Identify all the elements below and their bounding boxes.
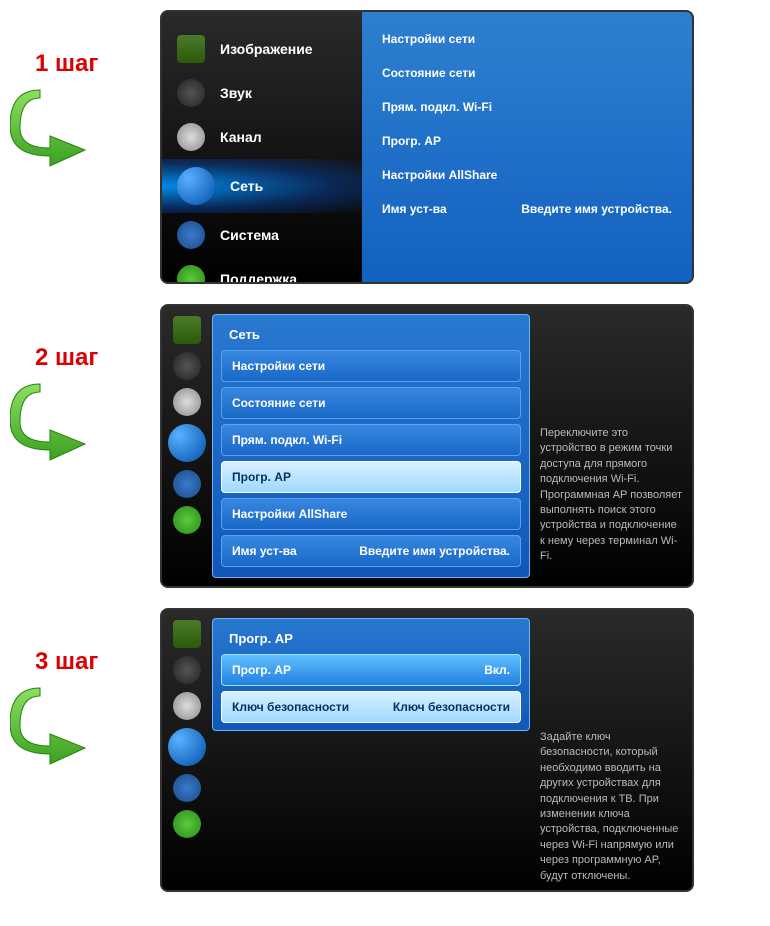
help-text: Переключите это устройство в режим точки… (530, 306, 692, 586)
main-menu: Изображение Звук Канал Сеть Система Подд… (162, 12, 362, 282)
tv-screen-2: Сеть Настройки сети Состояние сети Прям.… (160, 304, 694, 588)
picture-icon[interactable] (173, 316, 201, 344)
sound-icon (177, 79, 205, 107)
menu-label: Сеть (230, 178, 263, 194)
step-1: 1 шаг Изображение Звук Канал Сеть (10, 10, 770, 284)
panel-item-settings[interactable]: Настройки сети (221, 350, 521, 382)
help-text: Задайте ключ безопасности, который необх… (530, 610, 692, 890)
step-3-label: 3 шаг (10, 608, 160, 771)
network-icon[interactable] (168, 424, 206, 462)
softap-panel: Прогр. AP Прогр. AP Вкл. Ключ безопаснос… (212, 618, 530, 731)
support-icon[interactable] (173, 506, 201, 534)
panel-item-direct-wifi[interactable]: Прям. подкл. Wi-Fi (221, 424, 521, 456)
channel-icon[interactable] (173, 692, 201, 720)
icon-sidebar (162, 610, 212, 890)
panel-item-device-name[interactable]: Имя уст-ва Введите имя устройства. (221, 535, 521, 567)
panel-item-status[interactable]: Состояние сети (221, 387, 521, 419)
menu-item-channel[interactable]: Канал (162, 115, 362, 159)
device-name-label: Имя уст-ва (382, 202, 447, 216)
picture-icon (177, 35, 205, 63)
menu-item-picture[interactable]: Изображение (162, 27, 362, 71)
panel-item-softap-toggle[interactable]: Прогр. AP Вкл. (221, 654, 521, 686)
step-1-label: 1 шаг (10, 10, 160, 173)
icon-sidebar (162, 306, 212, 586)
tv-screen-1: Изображение Звук Канал Сеть Система Подд… (160, 10, 694, 284)
network-icon[interactable] (168, 728, 206, 766)
picture-icon[interactable] (173, 620, 201, 648)
menu-label: Поддержка (220, 271, 297, 284)
network-submenu: Настройки сети Состояние сети Прям. подк… (362, 10, 692, 284)
arrow-icon (10, 686, 130, 766)
sound-icon[interactable] (173, 656, 201, 684)
menu-label: Система (220, 227, 279, 243)
step-2: 2 шаг Сеть Настройки сети Состояние сети… (10, 304, 770, 588)
panel-item-security-key[interactable]: Ключ безопасности Ключ безопасности (221, 691, 521, 723)
menu-label: Изображение (220, 41, 313, 57)
sound-icon[interactable] (173, 352, 201, 380)
device-name-value: Введите имя устройства. (521, 202, 672, 216)
menu-item-support[interactable]: Поддержка (162, 257, 362, 284)
submenu-allshare[interactable]: Настройки AllShare (377, 158, 677, 192)
tv-screen-3: Прогр. AP Прогр. AP Вкл. Ключ безопаснос… (160, 608, 694, 892)
step-3: 3 шаг Прогр. AP Прогр. AP Вкл. Ключ безо… (10, 608, 770, 892)
network-icon (177, 167, 215, 205)
step-1-text: 1 шаг (10, 50, 160, 78)
menu-item-system[interactable]: Система (162, 213, 362, 257)
system-icon[interactable] (173, 470, 201, 498)
support-icon[interactable] (173, 810, 201, 838)
system-icon (177, 221, 205, 249)
channel-icon (177, 123, 205, 151)
menu-item-network[interactable]: Сеть (162, 159, 362, 213)
submenu-soft-ap[interactable]: Прогр. AP (377, 124, 677, 158)
arrow-icon (10, 382, 130, 462)
submenu-device-name[interactable]: Имя уст-ва Введите имя устройства. (377, 192, 677, 226)
menu-item-sound[interactable]: Звук (162, 71, 362, 115)
arrow-icon (10, 88, 130, 168)
submenu-direct-wifi[interactable]: Прям. подкл. Wi-Fi (377, 90, 677, 124)
channel-icon[interactable] (173, 388, 201, 416)
step-2-label: 2 шаг (10, 304, 160, 467)
submenu-network-status[interactable]: Состояние сети (377, 56, 677, 90)
panel-title: Сеть (221, 323, 521, 350)
menu-label: Канал (220, 129, 262, 145)
step-3-text: 3 шаг (10, 648, 160, 676)
menu-label: Звук (220, 85, 252, 101)
panel-title: Прогр. AP (221, 627, 521, 654)
system-icon[interactable] (173, 774, 201, 802)
support-icon (177, 265, 205, 284)
network-panel: Сеть Настройки сети Состояние сети Прям.… (212, 314, 530, 578)
panel-item-soft-ap[interactable]: Прогр. AP (221, 461, 521, 493)
submenu-network-settings[interactable]: Настройки сети (377, 22, 677, 56)
panel-item-allshare[interactable]: Настройки AllShare (221, 498, 521, 530)
step-2-text: 2 шаг (10, 344, 160, 372)
